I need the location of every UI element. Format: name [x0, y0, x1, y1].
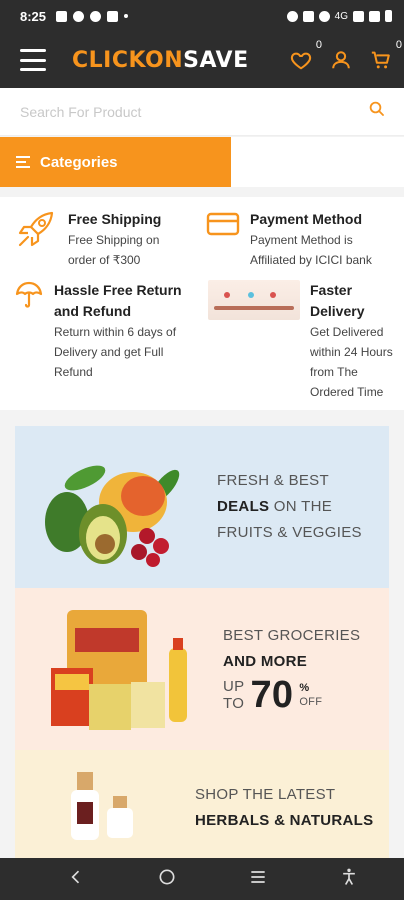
banner-fruits-text: FRESH & BEST DEALS ON THE FRUITS & VEGGI… [217, 468, 362, 546]
logo-text-secondary: SAVE [183, 47, 249, 73]
hamburger-icon[interactable] [20, 49, 46, 71]
card-icon [206, 209, 240, 270]
network-type: 4G [334, 10, 348, 22]
discount-off: OFF [299, 696, 323, 708]
feature-desc: Get Delivered within 24 Hours from The O… [310, 325, 393, 399]
signal-icon [353, 10, 364, 22]
discount-suffix: % OFF [299, 681, 322, 709]
cart-count: 0 [395, 39, 402, 51]
wifi-icon [318, 10, 330, 22]
search-bar [0, 88, 404, 136]
features-row-1: Free Shipping Free Shipping on order of … [0, 209, 404, 270]
twitter-icon [107, 10, 119, 22]
account-button[interactable] [330, 49, 352, 71]
status-bar: 8:25 4G [0, 0, 404, 32]
feature-desc: Free Shipping on order of ₹300 [68, 233, 160, 267]
cart-icon [371, 51, 390, 69]
banner-line: FRESH & BEST [217, 472, 329, 489]
battery-icon [385, 10, 392, 22]
features-row-2: Hassle Free Return and Refund Return wit… [0, 280, 404, 402]
discount-prefix: UP TO [223, 678, 244, 712]
banner-bold: AND MORE [223, 653, 308, 670]
app-header: CLICKON SAVE 0 0 [0, 32, 404, 88]
banner-groceries-text: BEST GROCERIES AND MORE UP TO 70 % OFF [223, 623, 360, 715]
features-section: Free Shipping Free Shipping on order of … [0, 197, 404, 410]
feature-title: Free Shipping [68, 211, 162, 227]
feature-faster-delivery: Faster Delivery Get Delivered within 24 … [192, 280, 404, 402]
feature-title: Faster Delivery [310, 282, 365, 319]
banner-herbals-text: SHOP THE LATEST HERBALS & NATURALS [195, 782, 373, 834]
list-icon [16, 156, 30, 168]
status-left: 8:25 [20, 8, 129, 24]
status-right: 4G [286, 10, 392, 22]
umbrella-icon [14, 280, 44, 402]
groceries-illustration [15, 588, 195, 750]
more-notifications-dot [124, 14, 129, 18]
banner-line: HERBALS & NATURALS [195, 808, 373, 834]
accessibility-button[interactable] [339, 867, 359, 892]
telegram-icon [73, 10, 85, 22]
banner-rest: ON THE [269, 498, 333, 515]
feature-payment-method: Payment Method Payment Method is Affilia… [192, 209, 404, 270]
rocket-icon [16, 209, 58, 270]
back-button[interactable] [66, 867, 86, 892]
wishlist-button[interactable]: 0 [290, 39, 322, 71]
header-actions: 0 0 [290, 39, 402, 71]
cart-button[interactable]: 0 [370, 39, 402, 71]
feature-title: Payment Method [250, 211, 363, 227]
discount-value: 70 [250, 674, 294, 716]
discount-block: UP TO 70 % OFF [223, 675, 360, 715]
user-icon [332, 51, 350, 69]
banner-fruits-veggies[interactable]: FRESH & BEST DEALS ON THE FRUITS & VEGGI… [15, 426, 389, 588]
banner-line: DEALS ON THE [217, 494, 362, 520]
discount-to: TO [223, 695, 245, 712]
recents-button[interactable] [248, 867, 268, 892]
hotspot-icon [286, 10, 298, 22]
recents-icon [250, 870, 265, 883]
search-button[interactable] [368, 100, 386, 123]
promo-banners: FRESH & BEST DEALS ON THE FRUITS & VEGGI… [0, 426, 404, 900]
feature-desc: Payment Method is Affiliated by ICICI ba… [250, 233, 372, 267]
banner-line: SHOP THE LATEST [195, 786, 336, 803]
feature-text: Free Shipping Free Shipping on order of … [68, 209, 184, 270]
search-icon [369, 101, 384, 116]
feature-desc: Return within 6 days of Delivery and get… [54, 325, 177, 379]
brand-logo[interactable]: CLICKON SAVE [72, 48, 249, 73]
banner-line: AND MORE [223, 649, 360, 675]
feature-text: Payment Method Payment Method is Affilia… [250, 209, 396, 270]
home-button[interactable] [157, 867, 177, 892]
system-nav-bar [0, 858, 404, 900]
accessibility-icon [342, 868, 355, 885]
logo-text-primary: CLICKON [72, 47, 184, 73]
search-input[interactable] [20, 103, 368, 120]
feature-return-refund: Hassle Free Return and Refund Return wit… [0, 280, 192, 402]
categories-button[interactable]: Categories [0, 137, 231, 187]
feature-title: Hassle Free Return and Refund [54, 282, 182, 319]
feature-text: Faster Delivery Get Delivered within 24 … [310, 280, 396, 402]
feature-text: Hassle Free Return and Refund Return wit… [54, 280, 184, 402]
banner-bold: DEALS [217, 498, 270, 515]
banner-groceries[interactable]: BEST GROCERIES AND MORE UP TO 70 % OFF [15, 588, 389, 750]
fruits-illustration [15, 426, 195, 588]
home-circle-icon [159, 869, 174, 884]
discount-up: UP [223, 678, 245, 695]
categories-row: Categories [0, 137, 404, 187]
notification-icon [56, 10, 68, 22]
back-icon [70, 870, 79, 883]
banner-bold: HERBALS & NATURALS [195, 812, 374, 829]
discount-percent-sign: % [299, 682, 310, 694]
messenger-icon [90, 10, 102, 22]
banner-line: FRUITS & VEGGIES [217, 524, 362, 541]
status-time: 8:25 [20, 8, 47, 24]
feature-free-shipping: Free Shipping Free Shipping on order of … [0, 209, 192, 270]
signal2-icon [369, 10, 380, 22]
delivery-illustration [208, 280, 300, 320]
banner-line: BEST GROCERIES [223, 627, 361, 644]
heart-icon [290, 52, 312, 70]
categories-label: Categories [40, 153, 118, 171]
wishlist-count: 0 [315, 39, 322, 51]
vibrate-icon [302, 10, 314, 22]
